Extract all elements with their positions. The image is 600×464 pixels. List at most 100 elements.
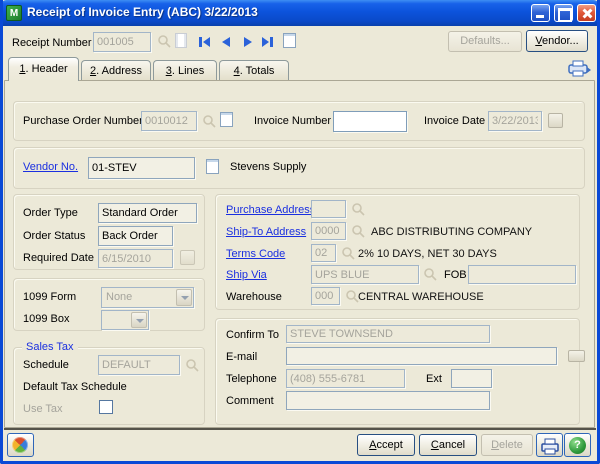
tab-totals[interactable]: 4. Totals: [219, 60, 289, 81]
warehouse-lookup-icon: [345, 289, 359, 303]
required-date-calendar-button: [180, 250, 195, 265]
purchase-address-link[interactable]: Purchase Address: [226, 204, 315, 216]
ship-to-address-link[interactable]: Ship-To Address: [226, 226, 306, 238]
invoice-date-label: Invoice Date: [424, 115, 485, 127]
receipt-lookup-icon: [157, 34, 171, 48]
help-icon: ?: [569, 437, 586, 454]
vendor-group: Vendor No. Stevens Supply: [13, 147, 585, 189]
terms-code-input: [311, 244, 336, 262]
help-button[interactable]: ?: [564, 433, 591, 457]
box-1099-label: 1099 Box: [23, 313, 69, 325]
printer-icon: [540, 436, 560, 461]
receipt-number-label: Receipt Number: [12, 37, 91, 49]
form-1099-group: 1099 Form None 1099 Box: [13, 278, 205, 331]
ship-via-lookup-icon: [423, 267, 437, 281]
purchase-address-input: [311, 200, 346, 218]
comment-label: Comment: [226, 395, 274, 407]
sage-pinwheel-button[interactable]: [7, 433, 34, 457]
invoice-number-label: Invoice Number: [254, 115, 331, 127]
terms-lookup-icon: [341, 246, 355, 260]
email-label: E-mail: [226, 351, 257, 363]
vendor-no-input[interactable]: [88, 157, 195, 179]
fob-input[interactable]: [468, 265, 576, 284]
receipt-of-invoice-entry-window: M Receipt of Invoice Entry (ABC) 3/22/20…: [0, 0, 600, 464]
window-title: Receipt of Invoice Entry (ABC) 3/22/2013: [27, 5, 258, 19]
footer-divider: [4, 428, 596, 430]
po-number-label: Purchase Order Number: [23, 115, 143, 127]
defaults-button: Defaults...: [448, 31, 522, 52]
vendor-button[interactable]: Vendor...: [526, 30, 588, 52]
fob-label: FOB: [444, 269, 467, 281]
form-1099-dropdown: None: [101, 287, 194, 308]
order-status-label: Order Status: [23, 230, 85, 242]
vendor-no-link[interactable]: Vendor No.: [23, 161, 78, 173]
warehouse-label: Warehouse: [226, 291, 282, 303]
po-group: Purchase Order Number Invoice Number Inv…: [13, 101, 585, 141]
schedule-input: [98, 355, 180, 375]
telephone-label: Telephone: [226, 373, 277, 385]
email-input[interactable]: [286, 347, 557, 365]
minimize-button[interactable]: [531, 4, 550, 22]
ship-to-name-text: ABC DISTRIBUTING COMPANY: [371, 226, 532, 238]
terms-desc-text: 2% 10 DAYS, NET 30 DAYS: [358, 248, 497, 260]
po-lookup-icon: [202, 114, 216, 128]
tab-address[interactable]: 2. Address: [81, 60, 151, 81]
invoice-number-input[interactable]: [333, 111, 407, 132]
previous-record-icon[interactable]: [218, 34, 234, 50]
accept-button[interactable]: Accept: [357, 434, 415, 456]
confirm-to-input: [286, 325, 490, 343]
purchase-address-lookup-icon: [351, 202, 365, 216]
email-button[interactable]: [568, 350, 585, 362]
order-type-field: [98, 203, 197, 223]
tab-header[interactable]: 1. Header: [8, 57, 79, 81]
maximize-button[interactable]: [554, 4, 573, 22]
ship-via-input: [311, 265, 419, 284]
order-status-field: [98, 226, 173, 246]
dropdown-arrow-icon: [131, 312, 147, 328]
ship-to-lookup-icon: [351, 224, 365, 238]
receipt-number-input: [93, 32, 151, 52]
sales-tax-group: Sales Tax Schedule Default Tax Schedule …: [13, 347, 205, 425]
order-group: Order Type Order Status Required Date: [13, 194, 205, 270]
sales-tax-title: Sales Tax: [22, 341, 78, 353]
terms-code-link[interactable]: Terms Code: [226, 248, 285, 260]
addresses-group: Purchase Address Ship-To Address ABC DIS…: [215, 194, 580, 310]
memo-icon[interactable]: [283, 33, 296, 48]
ship-via-link[interactable]: Ship Via: [226, 269, 267, 281]
titlebar[interactable]: M Receipt of Invoice Entry (ABC) 3/22/20…: [0, 0, 600, 26]
print-button[interactable]: [536, 433, 563, 457]
order-type-label: Order Type: [23, 207, 78, 219]
box-1099-dropdown: [101, 310, 149, 330]
next-number-icon[interactable]: [175, 33, 187, 48]
required-date-input: [98, 249, 173, 268]
invoice-date-calendar-button[interactable]: [548, 113, 563, 128]
contact-group: Confirm To E-mail Telephone Ext Comment: [215, 318, 580, 425]
warehouse-code-input: [311, 287, 340, 305]
ext-label: Ext: [426, 373, 442, 385]
vendor-memo-icon[interactable]: [206, 159, 219, 174]
tab-lines[interactable]: 3. Lines: [153, 60, 217, 81]
required-date-label: Required Date: [23, 252, 94, 264]
warehouse-name-text: CENTRAL WAREHOUSE: [358, 291, 484, 303]
use-tax-checkbox[interactable]: [99, 400, 113, 414]
vendor-name-text: Stevens Supply: [230, 161, 306, 173]
telephone-input: [286, 369, 405, 388]
last-record-icon[interactable]: [259, 34, 275, 50]
schedule-lookup-icon: [185, 358, 199, 372]
default-tax-schedule-text: Default Tax Schedule: [23, 381, 127, 393]
confirm-to-label: Confirm To: [226, 329, 279, 341]
ext-input[interactable]: [451, 369, 492, 388]
use-tax-label: Use Tax: [23, 403, 63, 415]
dropdown-arrow-icon: [176, 289, 192, 306]
first-record-icon[interactable]: [197, 34, 213, 50]
next-record-icon[interactable]: [240, 34, 256, 50]
delete-button: Delete: [481, 434, 533, 456]
comment-input[interactable]: [286, 391, 490, 410]
schedule-label: Schedule: [23, 359, 69, 371]
po-number-input: [141, 111, 197, 131]
close-button[interactable]: [577, 4, 596, 22]
ship-to-code-input: [311, 222, 346, 240]
po-memo-icon[interactable]: [220, 112, 233, 127]
cancel-button[interactable]: Cancel: [419, 434, 477, 456]
pinwheel-icon: [12, 437, 28, 453]
